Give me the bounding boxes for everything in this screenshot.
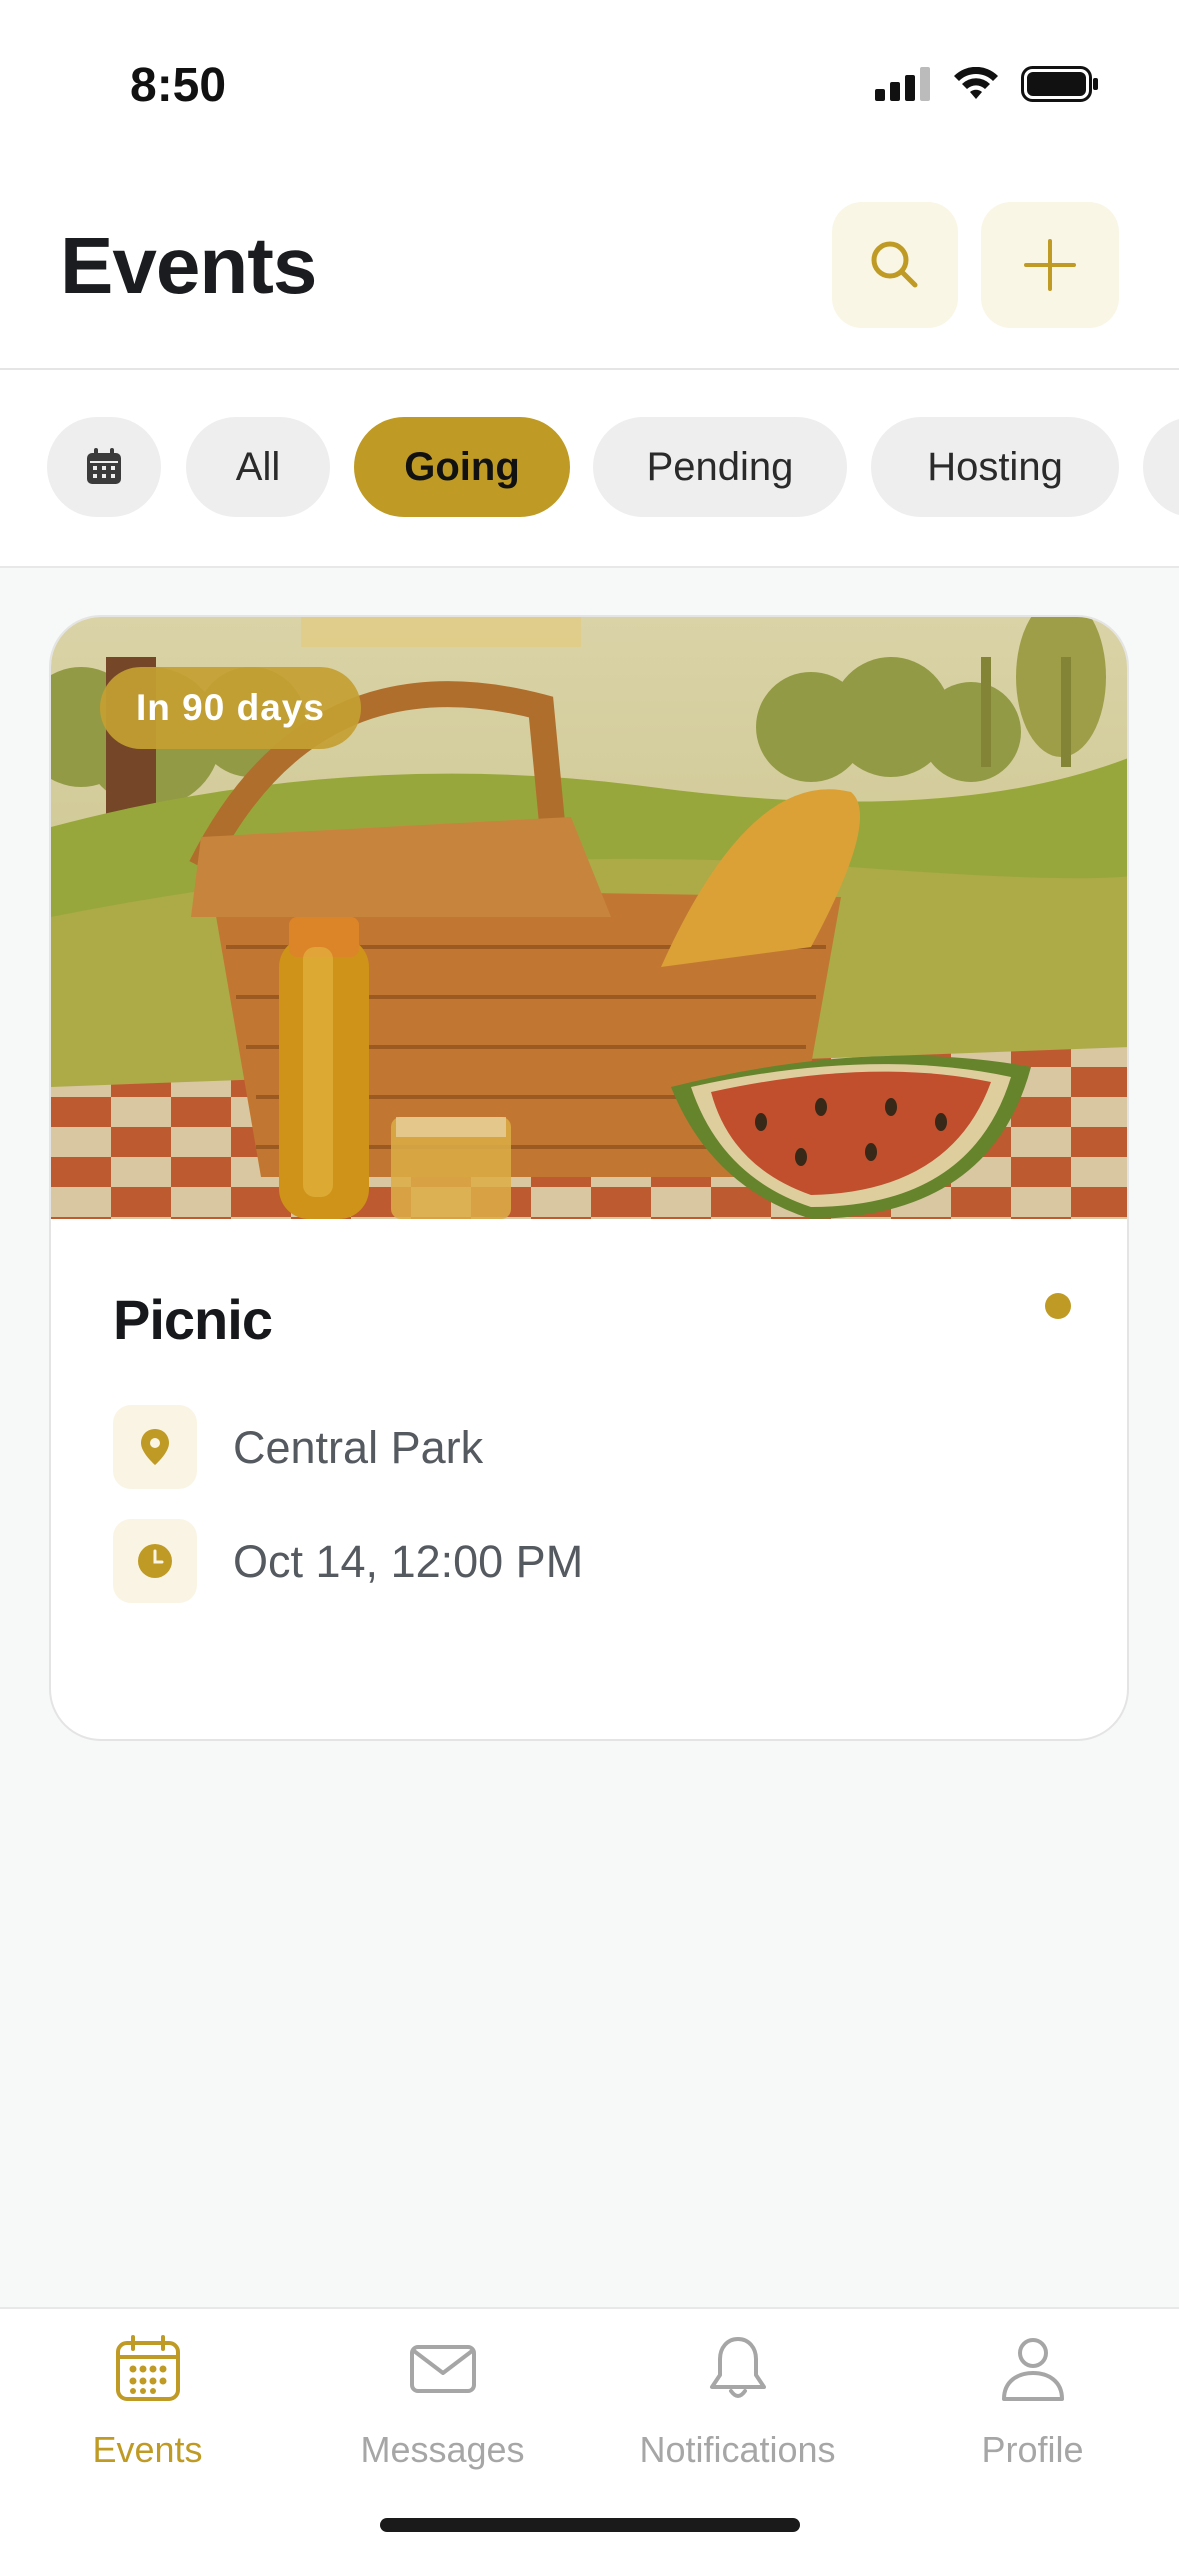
countdown-badge: In 90 days xyxy=(100,667,361,749)
tab-profile[interactable]: Profile xyxy=(885,2309,1179,2509)
bell-icon xyxy=(709,2337,766,2398)
status-icons xyxy=(875,66,1099,102)
event-title: Picnic xyxy=(113,1288,273,1351)
plus-icon xyxy=(1024,239,1076,291)
filter-bar: All Going Pending Hosting xyxy=(0,370,1179,568)
filter-chip-pending[interactable]: Pending xyxy=(593,417,847,517)
event-location: Central Park xyxy=(233,1422,484,1473)
person-icon xyxy=(1001,2338,1064,2401)
battery-icon xyxy=(1021,66,1098,102)
tab-notifications[interactable]: Notifications xyxy=(590,2309,885,2509)
wifi-icon xyxy=(954,67,998,99)
tab-label-messages: Messages xyxy=(360,2429,525,2470)
tab-label-events: Events xyxy=(92,2429,203,2470)
tab-label-notifications: Notifications xyxy=(639,2429,836,2470)
tab-label-profile: Profile xyxy=(981,2429,1084,2470)
event-image: In 90 days xyxy=(51,617,1127,1219)
tab-messages[interactable]: Messages xyxy=(295,2309,590,2509)
filter-chip-hosting[interactable]: Hosting xyxy=(871,417,1119,517)
clock-icon xyxy=(113,1519,197,1603)
tab-events[interactable]: Events xyxy=(0,2309,295,2509)
location-pin-icon xyxy=(113,1405,197,1489)
page-title: Events xyxy=(60,221,317,310)
status-dot xyxy=(1045,1293,1071,1319)
calendar-icon xyxy=(115,2335,180,2401)
search-button[interactable] xyxy=(832,202,958,328)
header: Events xyxy=(0,170,1179,370)
status-bar: 8:50 xyxy=(0,0,1179,170)
calendar-filter-button[interactable] xyxy=(47,417,161,517)
event-datetime: Oct 14, 12:00 PM xyxy=(233,1536,584,1587)
home-indicator[interactable] xyxy=(380,2518,800,2532)
filter-chip-more[interactable] xyxy=(1143,417,1179,517)
filter-chip-going[interactable]: Going xyxy=(354,417,570,517)
status-time: 8:50 xyxy=(130,59,227,112)
event-card[interactable]: In 90 days Picnic Central Park Oct 14, 1… xyxy=(49,615,1129,1741)
filter-chip-all[interactable]: All xyxy=(186,417,330,517)
search-icon xyxy=(871,241,918,288)
envelope-icon xyxy=(409,2345,476,2393)
calendar-icon xyxy=(87,448,121,484)
add-event-button[interactable] xyxy=(981,202,1119,328)
cellular-signal-icon xyxy=(875,67,930,101)
